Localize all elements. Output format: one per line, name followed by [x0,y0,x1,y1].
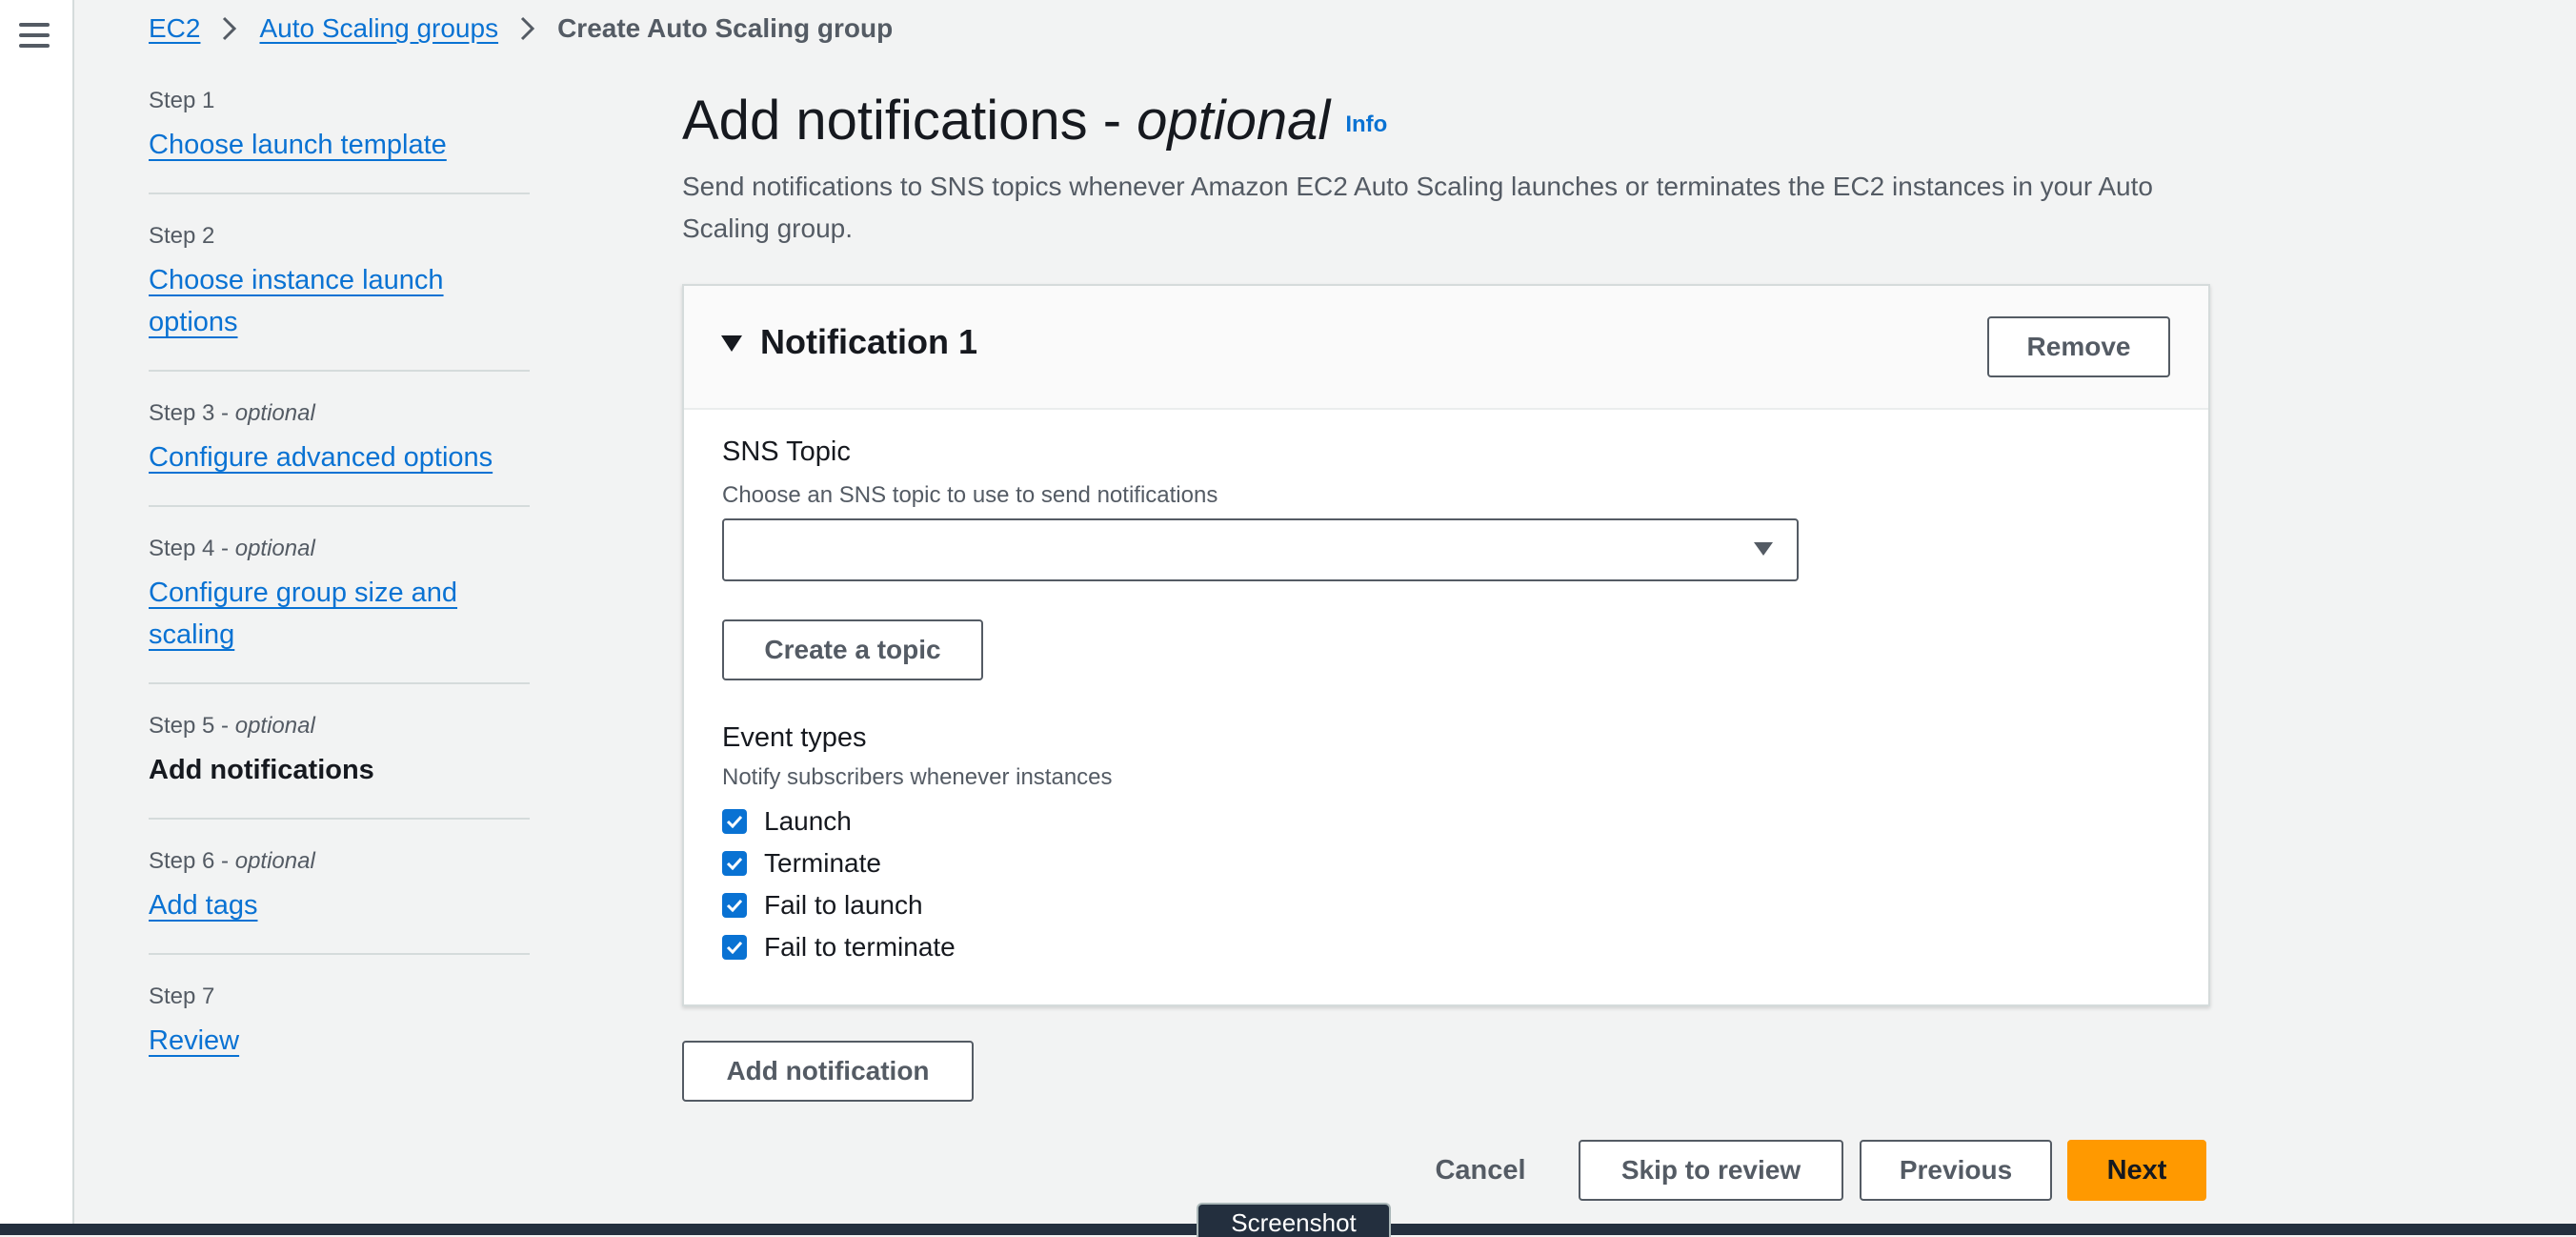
step-link-review[interactable]: Review [149,1020,239,1062]
caret-down-icon [1753,541,1774,561]
step-link-choose-instance-launch-options[interactable]: Choose instance launch options [149,259,530,343]
step-optional: optional [234,400,315,426]
screenshot-tab[interactable]: Screenshot [1197,1203,1391,1237]
skip-to-review-button[interactable]: Skip to review [1579,1140,1843,1201]
previous-button[interactable]: Previous [1860,1140,2052,1201]
wizard-step-5: Step 5 - optional Add notifications [149,713,530,820]
step-number: Step 5 - [149,713,235,739]
page-title-optional: optional [1137,90,1331,152]
checkbox-checked-icon[interactable] [722,851,747,876]
step-link-add-tags[interactable]: Add tags [149,884,257,926]
step-number: Step 3 - [149,400,235,426]
side-navigation-rail [0,0,74,1235]
hamburger-menu-icon[interactable] [19,23,50,54]
wizard-step-1: Step 1 Choose launch template [149,88,530,194]
page-title: Add notifications - optional Info [682,86,2206,160]
event-checkbox-terminate[interactable]: Terminate [722,842,956,884]
caret-down-icon[interactable] [720,334,743,357]
breadcrumb-current: Create Auto Scaling group [557,13,894,43]
event-checkbox-launch[interactable]: Launch [722,801,956,842]
breadcrumb-ec2[interactable]: EC2 [149,13,200,44]
cancel-button[interactable]: Cancel [1425,1140,1536,1201]
step-number: Step 6 - [149,848,235,874]
sns-topic-label: SNS Topic [722,436,851,467]
event-label: Terminate [764,848,881,878]
notification-title: Notification 1 [760,322,978,361]
page-title-text: Add notifications - [682,90,1137,152]
event-types-group: Launch Terminate Fail to launch Fail to … [722,801,956,968]
event-checkbox-fail-to-launch[interactable]: Fail to launch [722,884,956,926]
event-checkbox-fail-to-terminate[interactable]: Fail to terminate [722,926,956,968]
page-header: Add notifications - optional Info Send no… [682,86,2206,250]
step-number: Step 7 [149,984,215,1009]
notification-panel: Notification 1 Remove SNS Topic Choose a… [682,284,2210,1006]
event-label: Launch [764,806,852,836]
wizard-steps: Step 1 Choose launch template Step 2 Cho… [149,88,530,1117]
step-optional: optional [234,713,315,739]
step-optional: optional [234,536,315,561]
remove-button[interactable]: Remove [1987,316,2170,377]
event-label: Fail to terminate [764,932,956,962]
checkbox-checked-icon[interactable] [722,809,747,834]
sns-topic-description: Choose an SNS topic to use to send notif… [722,482,1218,508]
step-link-choose-launch-template[interactable]: Choose launch template [149,124,447,166]
step-number: Step 1 [149,88,215,113]
event-label: Fail to launch [764,890,923,920]
wizard-step-2: Step 2 Choose instance launch options [149,223,530,372]
wizard-step-4: Step 4 - optional Configure group size a… [149,536,530,684]
wizard-step-6: Step 6 - optional Add tags [149,848,530,955]
step-number: Step 2 [149,223,215,249]
checkbox-checked-icon[interactable] [722,935,747,960]
chevron-right-icon [519,15,536,42]
step-current-add-notifications: Add notifications [149,755,374,785]
create-topic-button[interactable]: Create a topic [722,619,983,680]
page-description: Send notifications to SNS topics wheneve… [682,171,2153,243]
breadcrumb: EC2 Auto Scaling groups Create Auto Scal… [149,10,893,48]
sns-topic-select[interactable] [722,518,1799,581]
wizard-step-7: Step 7 Review [149,984,530,1088]
event-types-description: Notify subscribers whenever instances [722,764,1113,790]
info-link[interactable]: Info [1345,112,1387,137]
add-notification-button[interactable]: Add notification [682,1041,974,1102]
wizard-step-3: Step 3 - optional Configure advanced opt… [149,400,530,507]
chevron-right-icon [221,15,238,42]
step-link-configure-group-size[interactable]: Configure group size and scaling [149,572,463,656]
notification-panel-header: Notification 1 Remove [684,286,2208,410]
step-optional: optional [234,848,315,874]
step-link-configure-advanced-options[interactable]: Configure advanced options [149,436,493,478]
next-button[interactable]: Next [2067,1140,2206,1201]
step-number: Step 4 - [149,536,235,561]
breadcrumb-auto-scaling-groups[interactable]: Auto Scaling groups [259,13,498,44]
event-types-label: Event types [722,722,867,753]
checkbox-checked-icon[interactable] [722,893,747,918]
